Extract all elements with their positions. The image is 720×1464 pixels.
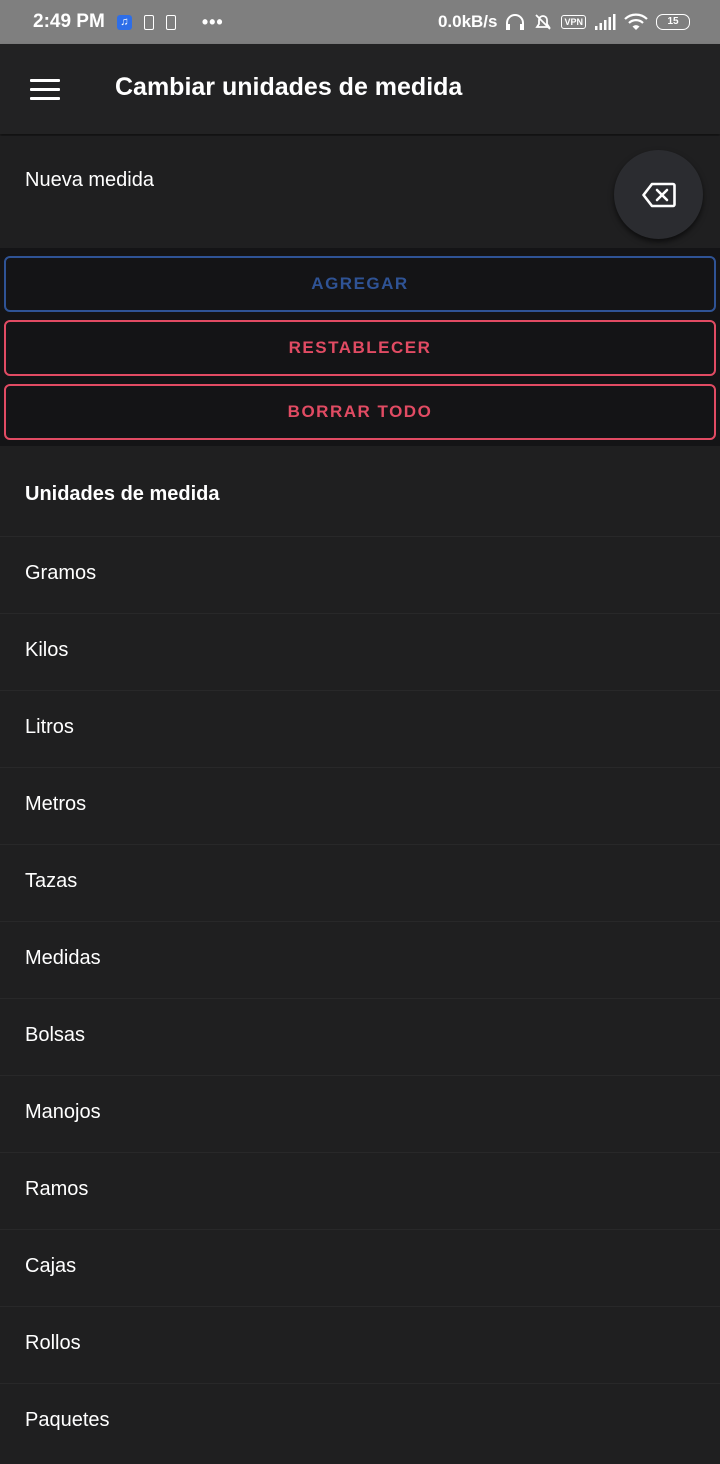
- list-item[interactable]: Rollos: [0, 1306, 720, 1383]
- app-bar: Cambiar unidades de medida: [0, 44, 720, 134]
- list-item[interactable]: Tazas: [0, 844, 720, 921]
- list-item[interactable]: Kilos: [0, 613, 720, 690]
- list-item-label: Litros: [25, 716, 74, 738]
- units-list: Gramos Kilos Litros Metros Tazas Medidas…: [0, 536, 720, 1460]
- actions-area: AGREGAR RESTABLECER BORRAR TODO: [0, 248, 720, 446]
- document-icon: [165, 14, 176, 30]
- list-item-label: Medidas: [25, 947, 101, 969]
- more-dots-icon: •••: [201, 11, 224, 32]
- list-item[interactable]: Gramos: [0, 536, 720, 613]
- list-item[interactable]: Metros: [0, 767, 720, 844]
- list-item-label: Manojos: [25, 1101, 101, 1123]
- list-item[interactable]: Ramos: [0, 1152, 720, 1229]
- clear-input-button[interactable]: [614, 150, 703, 239]
- list-item-label: Gramos: [25, 562, 97, 584]
- list-item-label: Bolsas: [25, 1024, 86, 1046]
- status-time: 2:49 PM: [33, 11, 105, 32]
- wifi-icon: [624, 13, 648, 30]
- list-item-label: Kilos: [25, 639, 69, 661]
- new-measure-input[interactable]: [25, 169, 585, 192]
- music-icon: ♫: [116, 14, 132, 30]
- reset-button[interactable]: RESTABLECER: [4, 320, 716, 376]
- hamburger-menu-icon[interactable]: [30, 79, 60, 101]
- headphones-icon: [506, 14, 525, 30]
- list-header: Unidades de medida: [25, 483, 220, 505]
- list-item-label: Metros: [25, 793, 87, 815]
- new-measure-section: [0, 136, 720, 248]
- add-button[interactable]: AGREGAR: [4, 256, 716, 312]
- list-item[interactable]: Litros: [0, 690, 720, 767]
- status-bar-right: 0.0kB/s VPN 15: [438, 12, 690, 32]
- signal-icon: [595, 14, 616, 30]
- alarm-off-icon: [535, 14, 552, 30]
- network-speed: 0.0kB/s: [437, 12, 498, 31]
- status-bar-left: 2:49 PM ♫ •••: [33, 11, 224, 33]
- list-item[interactable]: Manojos: [0, 1075, 720, 1152]
- list-item-label: Rollos: [25, 1332, 81, 1354]
- list-item-label: Tazas: [25, 870, 78, 892]
- list-item[interactable]: Medidas: [0, 921, 720, 998]
- delete-all-button[interactable]: BORRAR TODO: [4, 384, 716, 440]
- list-item[interactable]: Cajas: [0, 1229, 720, 1306]
- status-bar: 2:49 PM ♫ ••• 0.0kB/s VPN 15: [0, 0, 720, 44]
- list-item[interactable]: Bolsas: [0, 998, 720, 1075]
- list-item-label: Paquetes: [25, 1409, 110, 1431]
- battery-icon: 15: [656, 14, 690, 30]
- vpn-icon: VPN: [561, 15, 586, 29]
- list-item-label: Ramos: [25, 1178, 89, 1200]
- list-item[interactable]: Paquetes: [0, 1383, 720, 1460]
- page-title: Cambiar unidades de medida: [115, 73, 463, 101]
- document-icon: [143, 14, 154, 30]
- backspace-icon: [641, 182, 676, 207]
- list-item-label: Cajas: [25, 1255, 77, 1277]
